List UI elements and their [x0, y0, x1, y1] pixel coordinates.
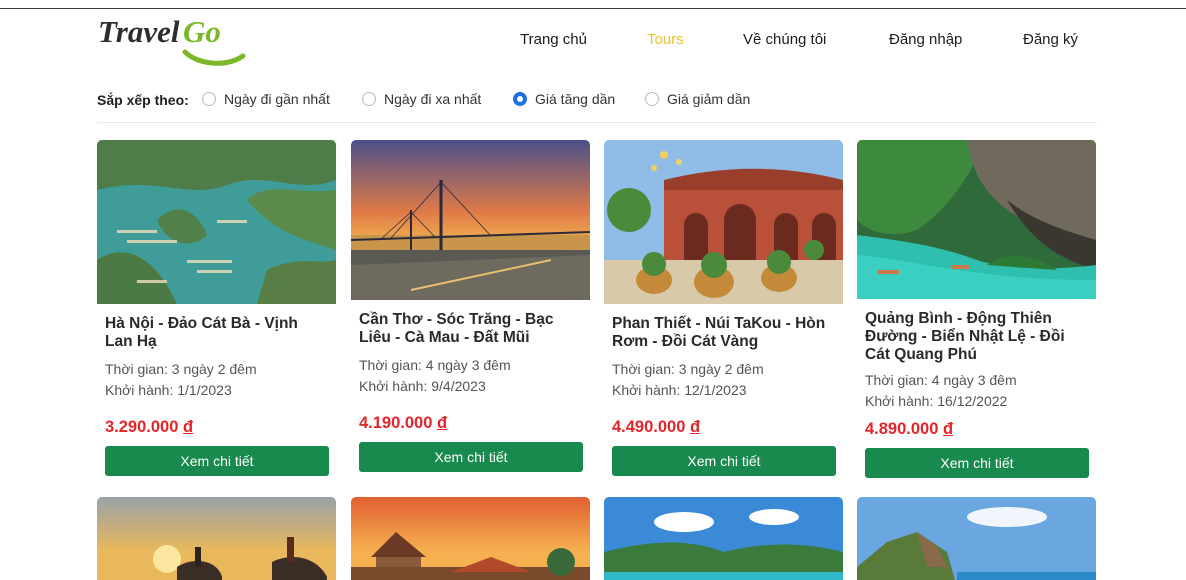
- tour-duration: Thời gian: 3 ngày 2 đêm: [612, 361, 764, 377]
- sort-option-farthest-date[interactable]: Ngày đi xa nhất: [362, 91, 481, 107]
- radio-nearest-date[interactable]: [202, 92, 216, 106]
- tour-image-can-tho[interactable]: [351, 140, 590, 300]
- main-nav: Trang chủ Tours Về chúng tôi Đăng nhập Đ…: [0, 31, 1186, 51]
- sort-option-label: Giá tăng dần: [535, 91, 616, 107]
- tour-duration: Thời gian: 4 ngày 3 đêm: [865, 372, 1017, 388]
- tour-price: 3.290.000 đ: [105, 418, 194, 436]
- tour-image-cat-ba[interactable]: [97, 140, 336, 304]
- tour-title[interactable]: Hà Nội - Đảo Cát Bà - Vịnh Lan Hạ: [105, 315, 328, 351]
- tour-departure: Khởi hành: 12/1/2023: [612, 382, 747, 398]
- tour-card: Hà Nội - Đảo Cát Bà - Vịnh Lan Hạ Thời g…: [97, 140, 336, 476]
- tour-title[interactable]: Quảng Bình - Động Thiên Đường - Biển Nhậ…: [865, 310, 1088, 364]
- view-detail-button[interactable]: Xem chi tiết: [865, 448, 1089, 478]
- tour-image-hoi-an[interactable]: [351, 497, 590, 580]
- tour-price: 4.490.000 đ: [612, 418, 701, 436]
- nav-home-link[interactable]: Trang chủ: [520, 31, 587, 48]
- sort-option-label: Giá giảm dần: [667, 91, 751, 107]
- tour-price: 4.890.000 đ: [865, 420, 954, 438]
- sort-label: Sắp xếp theo:: [97, 92, 189, 108]
- tour-image-beach-island[interactable]: [604, 497, 843, 580]
- tour-departure: Khởi hành: 1/1/2023: [105, 382, 232, 398]
- top-border: [0, 8, 1186, 9]
- sort-option-nearest-date[interactable]: Ngày đi gần nhất: [202, 91, 330, 107]
- view-detail-button[interactable]: Xem chi tiết: [105, 446, 329, 476]
- tour-card: Cần Thơ - Sóc Trăng - Bạc Liêu - Cà Mau …: [351, 140, 590, 472]
- nav-tours-link[interactable]: Tours: [647, 31, 684, 48]
- radio-price-asc[interactable]: [513, 92, 527, 106]
- sort-option-price-asc[interactable]: Giá tăng dần: [513, 91, 615, 107]
- view-detail-button[interactable]: Xem chi tiết: [612, 446, 836, 476]
- tour-departure: Khởi hành: 16/12/2022: [865, 393, 1008, 409]
- radio-price-desc[interactable]: [645, 92, 659, 106]
- tour-duration: Thời gian: 3 ngày 2 đêm: [105, 361, 257, 377]
- tour-departure: Khởi hành: 9/4/2023: [359, 378, 486, 394]
- nav-register-link[interactable]: Đăng ký: [1023, 31, 1078, 48]
- tour-image-phan-thiet[interactable]: [604, 140, 843, 304]
- tour-card: Quảng Bình - Động Thiên Đường - Biển Nhậ…: [857, 140, 1096, 478]
- tour-duration: Thời gian: 4 ngày 3 đêm: [359, 357, 511, 373]
- sort-option-price-desc[interactable]: Giá giảm dần: [645, 91, 750, 107]
- currency-symbol: đ: [690, 418, 701, 436]
- tour-card: Phan Thiết - Núi TaKou - Hòn Rơm - Đồi C…: [604, 140, 843, 476]
- tour-image-elephants-sunset[interactable]: [97, 497, 336, 580]
- currency-symbol: đ: [183, 418, 194, 436]
- tour-title[interactable]: Phan Thiết - Núi TaKou - Hòn Rơm - Đồi C…: [612, 315, 835, 351]
- sort-option-label: Ngày đi gần nhất: [224, 91, 330, 107]
- tour-image-coastal-cliff[interactable]: [857, 497, 1096, 580]
- sort-bar: Sắp xếp theo: Ngày đi gần nhất Ngày đi x…: [97, 91, 1097, 111]
- sort-divider: [97, 122, 1097, 123]
- nav-about-link[interactable]: Về chúng tôi: [743, 31, 826, 48]
- currency-symbol: đ: [943, 420, 954, 438]
- tour-title[interactable]: Cần Thơ - Sóc Trăng - Bạc Liêu - Cà Mau …: [359, 311, 582, 347]
- tour-price: 4.190.000 đ: [359, 414, 448, 432]
- radio-farthest-date[interactable]: [362, 92, 376, 106]
- currency-symbol: đ: [437, 414, 448, 432]
- sort-option-label: Ngày đi xa nhất: [384, 91, 482, 107]
- nav-login-link[interactable]: Đăng nhập: [889, 31, 962, 48]
- view-detail-button[interactable]: Xem chi tiết: [359, 442, 583, 472]
- tour-image-quang-binh[interactable]: [857, 140, 1096, 299]
